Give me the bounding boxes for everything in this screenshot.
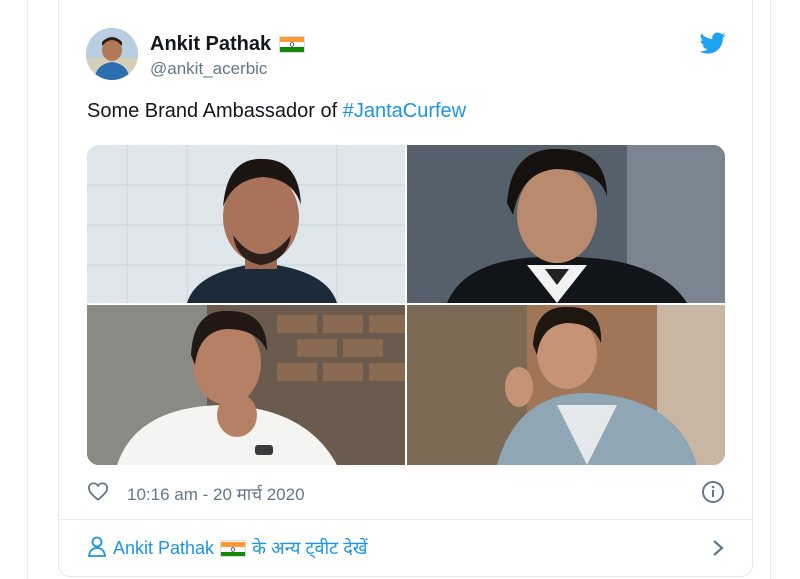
author-name-row: Ankit Pathak [150,33,306,56]
heart-icon[interactable] [87,481,109,506]
india-flag-icon [220,539,247,557]
page-edge-right [770,0,771,579]
hashtag-link[interactable]: #JantaCurfew [343,100,466,122]
tweet-text: Some Brand Ambassador of #JantaCurfew [87,100,466,123]
more-tweets-label: के अन्य ट्वीट देखें [252,538,368,558]
person-icon [87,535,107,562]
india-flag-icon [279,36,306,53]
media-photo-3[interactable] [87,305,405,465]
author-handle[interactable]: @ankit_acerbic [150,59,267,79]
footer-author-name: Ankit Pathak [113,537,215,558]
media-photo-4[interactable] [407,305,725,465]
tweet-meta: 10:16 am - 20 मार्च 2020 [87,480,727,506]
tweet-timestamp[interactable]: 10:16 am - 20 मार्च 2020 [127,482,305,505]
avatar[interactable] [86,28,138,80]
media-photo-2[interactable] [407,145,725,303]
footer-divider [59,519,752,520]
tweet-card: Ankit Pathak @ankit_acerbic Some Brand A… [58,0,753,577]
media-photo-1[interactable] [87,145,405,303]
more-tweets-text: Ankit Pathak के अन्य ट्वीट देखें [113,536,368,560]
page-edge-left [27,0,28,579]
info-icon[interactable] [701,480,725,504]
tweet-text-prefix: Some Brand Ambassador of [87,100,343,122]
chevron-right-icon[interactable] [709,538,727,558]
twitter-bird-icon[interactable] [699,30,726,56]
tweet-header: Ankit Pathak @ankit_acerbic [86,28,726,84]
author-name[interactable]: Ankit Pathak [150,33,271,56]
tweet-media-grid [87,145,725,465]
more-tweets-link[interactable]: Ankit Pathak के अन्य ट्वीट देखें [87,533,727,563]
